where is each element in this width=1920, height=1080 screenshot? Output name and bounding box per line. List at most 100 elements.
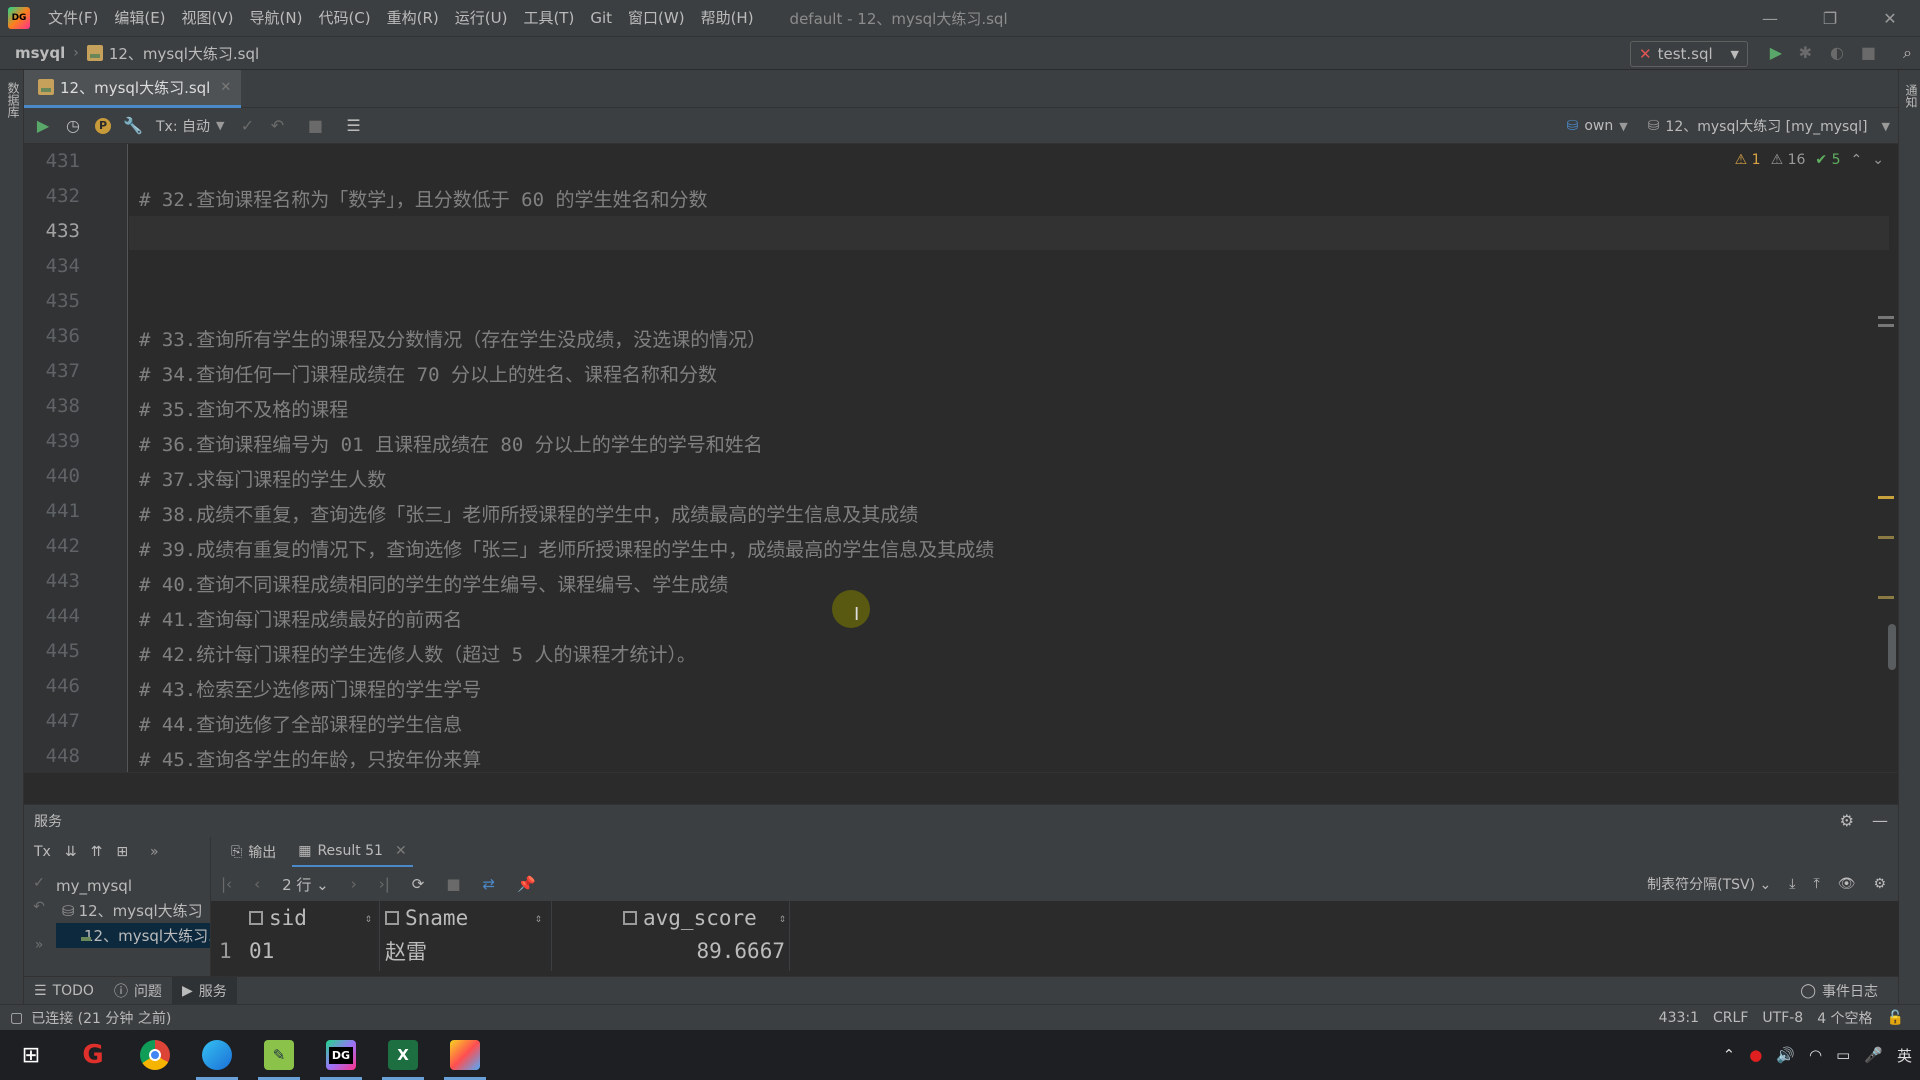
restore-icon[interactable]: ❐: [1800, 0, 1860, 36]
breadcrumb-file[interactable]: 12、mysql大练习.sql: [109, 43, 259, 64]
cell-sid[interactable]: 01: [249, 935, 379, 967]
menu-view[interactable]: 视图(V): [174, 0, 242, 36]
tab-result[interactable]: ▦ Result 51 ✕: [292, 837, 413, 867]
code-line[interactable]: # 38.成绩不重复，查询选修「张三」老师所授课程的学生中，成绩最高的学生信息及…: [139, 500, 918, 527]
tool-tab-todo[interactable]: ☰ TODO: [24, 977, 104, 1005]
notifications-tool-button[interactable]: 通知: [1903, 84, 1920, 108]
code-line[interactable]: # 40.查询不同课程成绩相同的学生的学生编号、课程编号、学生成绩: [139, 570, 728, 597]
download-icon[interactable]: ⤓: [1789, 876, 1795, 892]
previous-page-icon[interactable]: ‹: [254, 875, 260, 893]
horizontal-scrollbar[interactable]: [24, 772, 1898, 784]
menu-run[interactable]: 运行(U): [447, 0, 516, 36]
tree-node-console[interactable]: ⛁ 12、mysql大练习: [56, 898, 210, 923]
code-line[interactable]: # 32.查询课程名称为「数学」，且分数低于 60 的学生姓名和分数: [139, 185, 707, 212]
expand-all-icon[interactable]: ⇊: [65, 844, 77, 860]
file-encoding[interactable]: UTF-8: [1762, 1010, 1803, 1026]
menu-code[interactable]: 代码(C): [310, 0, 378, 36]
debug-icon[interactable]: ✱: [1799, 43, 1812, 62]
chevron-up-icon[interactable]: ⌃: [1723, 1046, 1736, 1064]
battery-icon[interactable]: ▭: [1836, 1046, 1850, 1064]
commit-icon[interactable]: ✓: [33, 875, 45, 891]
cell-sname[interactable]: 赵雷: [385, 935, 551, 967]
sort-icon[interactable]: ⇕: [365, 911, 372, 925]
tab-output[interactable]: ⎘ 输出: [225, 837, 282, 867]
lock-icon[interactable]: 🔓: [1887, 1010, 1904, 1026]
sort-icon[interactable]: ⇕: [779, 911, 786, 925]
column-header-avg-score[interactable]: avg_score ⇕: [623, 901, 787, 935]
column-header-sname[interactable]: Sname ⇕: [385, 901, 551, 935]
breadcrumb-project[interactable]: msyql: [15, 44, 65, 62]
cell-avg-score[interactable]: 89.6667: [557, 935, 785, 967]
vertical-scrollbar[interactable]: [1888, 624, 1896, 670]
tool-tab-event-log[interactable]: ◯ 事件日志: [1800, 977, 1878, 1005]
rows-count-select[interactable]: 2 行 ⌄: [282, 874, 329, 895]
database-tool-button[interactable]: 数据库: [5, 82, 22, 118]
notepad-icon[interactable]: ✎: [248, 1030, 310, 1080]
export-format-select[interactable]: 制表符分隔(TSV) ⌄: [1647, 874, 1771, 894]
layout-toggle-icon[interactable]: ▢: [10, 1010, 23, 1026]
expand-more-icon[interactable]: »: [35, 937, 44, 953]
collapse-all-icon[interactable]: ⇈: [91, 844, 103, 860]
tree-node-session[interactable]: 12、mysql大练习.sql: [56, 923, 210, 948]
datasource-selector[interactable]: 12、mysql大练习 [my_mysql]: [1665, 116, 1867, 136]
chevron-down-icon[interactable]: ⌄: [1872, 152, 1884, 168]
reload-icon[interactable]: ⟳: [412, 875, 425, 893]
minimize-icon[interactable]: —: [1740, 0, 1800, 36]
first-page-icon[interactable]: |‹: [221, 875, 232, 893]
transaction-mode-select[interactable]: Tx: 自动: [156, 116, 210, 136]
chrome-icon[interactable]: [124, 1030, 186, 1080]
more-icon[interactable]: »: [150, 844, 159, 860]
close-window-icon[interactable]: ✕: [1860, 0, 1920, 36]
view-eye-icon[interactable]: 👁: [1838, 876, 1856, 892]
code-line[interactable]: # 41.查询每门课程成绩最好的前两名: [139, 605, 462, 632]
tool-tab-services[interactable]: ▶ 服务: [171, 976, 237, 1005]
record-icon[interactable]: ●: [1749, 1046, 1762, 1064]
commit-icon[interactable]: ✓: [232, 111, 262, 141]
search-everywhere-icon[interactable]: ⌕: [1903, 43, 1912, 63]
next-page-icon[interactable]: ›: [351, 875, 357, 893]
volume-icon[interactable]: 🔊: [1776, 1046, 1795, 1064]
input-method-indicator[interactable]: 英: [1897, 1045, 1912, 1066]
rollback-icon[interactable]: ↶: [262, 111, 292, 141]
layout-icon[interactable]: ☰: [338, 111, 368, 141]
menu-refactor[interactable]: 重构(R): [379, 0, 447, 36]
run-icon[interactable]: ▶: [1770, 43, 1782, 62]
history-icon[interactable]: ◷: [58, 111, 88, 141]
datagrip-icon[interactable]: DG: [310, 1030, 372, 1080]
execute-icon[interactable]: ▶: [28, 111, 58, 141]
menu-window[interactable]: 窗口(W): [620, 0, 693, 36]
hide-panel-icon[interactable]: —: [1872, 811, 1888, 830]
close-tab-icon[interactable]: ✕: [220, 80, 231, 95]
gear-icon[interactable]: ⚙: [1840, 811, 1854, 830]
paint-icon[interactable]: [434, 1030, 496, 1080]
code-line[interactable]: # 44.查询选修了全部课程的学生信息: [139, 710, 462, 737]
code-line[interactable]: # 42.统计每门课程的学生选修人数（超过 5 人的课程才统计）。: [139, 640, 696, 667]
result-grid[interactable]: sid ⇕ Sname ⇕ avg_score ⇕ 1 01 赵雷 89.666…: [211, 901, 1899, 977]
editor-tab[interactable]: 12、mysql大练习.sql ✕: [24, 69, 242, 108]
code-line[interactable]: # 36.查询课程编号为 01 且课程成绩在 80 分以上的学生的学号和姓名: [139, 430, 763, 457]
microphone-icon[interactable]: 🎤: [1864, 1046, 1883, 1064]
sort-icon[interactable]: ⇕: [535, 911, 542, 925]
tool-tab-problems[interactable]: ⓘ 问题: [104, 977, 172, 1005]
geek-uninstaller-icon[interactable]: G: [62, 1030, 124, 1080]
tx-toggle[interactable]: Tx: [34, 844, 51, 860]
settings-wrench-icon[interactable]: 🔧: [118, 111, 148, 141]
upload-icon[interactable]: ⤒: [1813, 876, 1819, 892]
gear-icon[interactable]: ⚙: [1873, 876, 1886, 892]
cancel-query-icon[interactable]: ■: [446, 875, 460, 893]
line-separator[interactable]: CRLF: [1713, 1010, 1748, 1026]
menu-help[interactable]: 帮助(H): [693, 0, 762, 36]
code-line[interactable]: # 35.查询不及格的课程: [139, 395, 348, 422]
inspection-widget[interactable]: ⚠ 1 ⚠ 16 ✔ 5 ⌃ ⌄: [1735, 152, 1884, 168]
code-line[interactable]: # 39.成绩有重复的情况下，查询选修「张三」老师所授课程的学生中，成绩最高的学…: [139, 535, 994, 562]
menu-file[interactable]: 文件(F): [40, 0, 106, 36]
explain-plan-icon[interactable]: P: [88, 111, 118, 141]
code-line[interactable]: # 34.查询任何一门课程成绩在 70 分以上的姓名、课程名称和分数: [139, 360, 717, 387]
excel-icon[interactable]: X: [372, 1030, 434, 1080]
edge-icon[interactable]: [186, 1030, 248, 1080]
code-line[interactable]: # 33.查询所有学生的课程及分数情况（存在学生没成绩，没选课的情况）: [139, 325, 766, 352]
menu-edit[interactable]: 编辑(E): [106, 0, 173, 36]
run-config-selector[interactable]: ✕ test.sql ▼: [1630, 41, 1748, 67]
coverage-icon[interactable]: ◐: [1830, 43, 1844, 62]
menu-navigate[interactable]: 导航(N): [242, 0, 311, 36]
